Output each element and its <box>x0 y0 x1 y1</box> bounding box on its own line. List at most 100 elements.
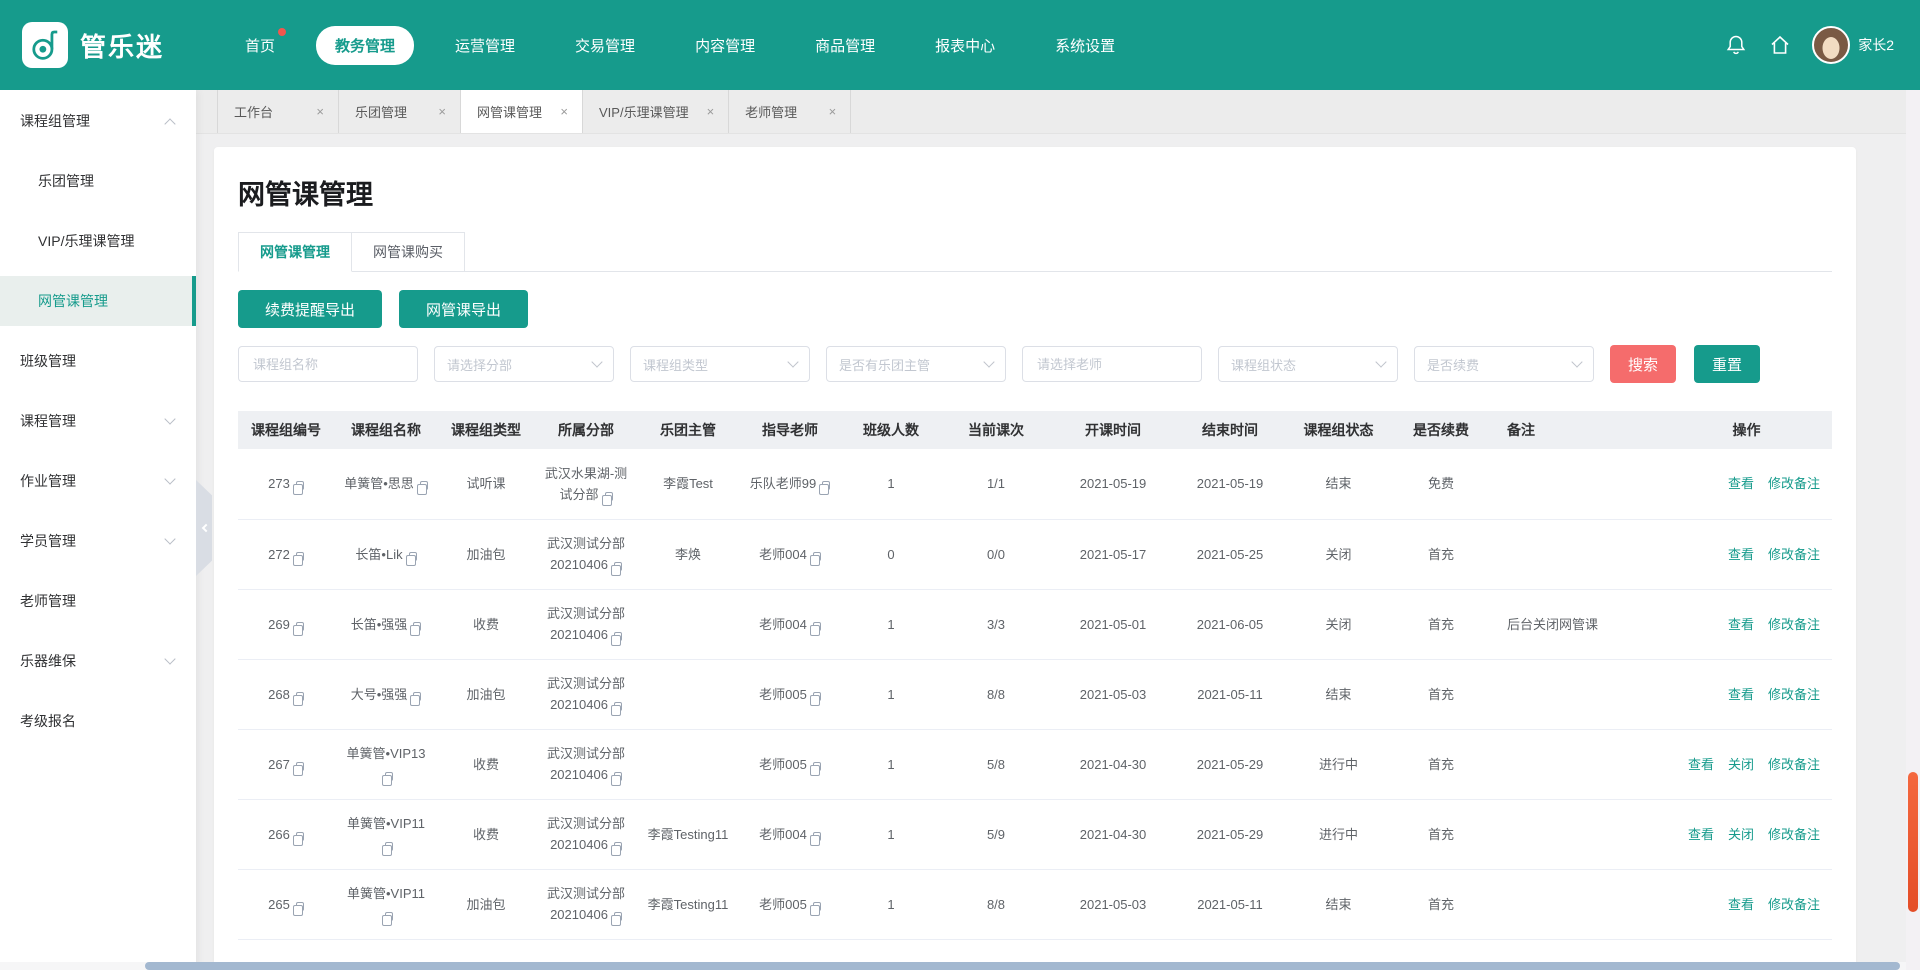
copy-icon[interactable] <box>813 762 821 771</box>
nav-item-content[interactable]: 内容管理 <box>676 26 774 65</box>
tab-online-course-mgmt[interactable]: 网管课管理 × <box>461 90 583 133</box>
sidebar-item-course-mgmt[interactable]: 课程管理 <box>0 396 196 446</box>
cell-lesson: 3/3 <box>940 589 1052 659</box>
copy-icon[interactable] <box>614 912 622 921</box>
bell-icon[interactable] <box>1724 33 1748 57</box>
edit-remark-link[interactable]: 修改备注 <box>1768 687 1820 702</box>
copy-icon[interactable] <box>614 842 622 851</box>
nav-item-reports[interactable]: 报表中心 <box>916 26 1014 65</box>
close-icon[interactable]: × <box>829 104 837 119</box>
close-course-link[interactable]: 关闭 <box>1728 827 1754 842</box>
copy-icon[interactable] <box>296 552 304 561</box>
copy-icon[interactable] <box>409 552 417 561</box>
copy-icon[interactable] <box>296 902 304 911</box>
copy-icon[interactable] <box>296 622 304 631</box>
tab-vip-theory-mgmt[interactable]: VIP/乐理课管理 × <box>583 90 729 133</box>
copy-icon[interactable] <box>296 832 304 841</box>
copy-icon[interactable] <box>813 902 821 911</box>
nav-item-settings[interactable]: 系统设置 <box>1036 26 1134 65</box>
copy-icon[interactable] <box>614 562 622 571</box>
sidebar-collapse-handle[interactable] <box>196 480 212 576</box>
branch-select[interactable]: 请选择分部 <box>434 346 614 382</box>
copy-icon[interactable] <box>614 632 622 641</box>
sidebar-item-student-mgmt[interactable]: 学员管理 <box>0 516 196 566</box>
export-online-course-button[interactable]: 网管课导出 <box>399 290 528 328</box>
view-link[interactable]: 查看 <box>1688 827 1714 842</box>
copy-icon[interactable] <box>385 912 393 921</box>
close-icon[interactable]: × <box>316 104 324 119</box>
sidebar-item-teacher-mgmt[interactable]: 老师管理 <box>0 576 196 626</box>
vertical-scrollbar-thumb[interactable] <box>1908 772 1918 912</box>
copy-icon[interactable] <box>420 481 428 490</box>
close-icon[interactable]: × <box>438 104 446 119</box>
close-course-link[interactable]: 关闭 <box>1728 757 1754 772</box>
copy-icon[interactable] <box>413 622 421 631</box>
sidebar-item-class-mgmt[interactable]: 班级管理 <box>0 336 196 386</box>
copy-icon[interactable] <box>413 692 421 701</box>
sidebar-item-orchestra-mgmt[interactable]: 乐团管理 <box>0 156 196 206</box>
sidebar-item-vip-theory-mgmt[interactable]: VIP/乐理课管理 <box>0 216 196 266</box>
copy-icon[interactable] <box>813 832 821 841</box>
nav-item-home[interactable]: 首页 <box>226 26 294 65</box>
subtab-course-mgmt[interactable]: 网管课管理 <box>238 232 352 272</box>
copy-icon[interactable] <box>813 622 821 631</box>
reset-button[interactable]: 重置 <box>1694 345 1760 383</box>
cell-supervisor: 李霞Test <box>638 449 738 519</box>
tab-workbench[interactable]: 工作台 × <box>217 90 339 133</box>
edit-remark-link[interactable]: 修改备注 <box>1768 476 1820 491</box>
copy-icon[interactable] <box>296 481 304 490</box>
avatar[interactable] <box>1812 26 1850 64</box>
course-group-type-select[interactable]: 课程组类型 <box>630 346 810 382</box>
teacher-field[interactable] <box>1022 346 1202 382</box>
horizontal-scrollbar-thumb[interactable] <box>145 962 1900 970</box>
view-link[interactable]: 查看 <box>1688 757 1714 772</box>
edit-remark-link[interactable]: 修改备注 <box>1768 757 1820 772</box>
sidebar-item-instrument-maintenance[interactable]: 乐器维保 <box>0 636 196 686</box>
edit-remark-link[interactable]: 修改备注 <box>1768 827 1820 842</box>
view-link[interactable]: 查看 <box>1728 687 1754 702</box>
has-supervisor-select[interactable]: 是否有乐团主管 <box>826 346 1006 382</box>
sidebar-item-label: 学员管理 <box>20 531 76 551</box>
copy-icon[interactable] <box>296 692 304 701</box>
renew-select[interactable]: 是否续费 <box>1414 346 1594 382</box>
nav-item-academic[interactable]: 教务管理 <box>316 26 414 65</box>
copy-icon[interactable] <box>605 492 613 501</box>
sidebar-item-exam-registration[interactable]: 考级报名 <box>0 696 196 746</box>
course-group-name-input[interactable] <box>251 356 405 373</box>
home-icon[interactable] <box>1768 33 1792 57</box>
tab-orchestra-mgmt[interactable]: 乐团管理 × <box>339 90 461 133</box>
search-button[interactable]: 搜索 <box>1610 345 1676 383</box>
edit-remark-link[interactable]: 修改备注 <box>1768 547 1820 562</box>
sidebar-item-homework-mgmt[interactable]: 作业管理 <box>0 456 196 506</box>
copy-icon[interactable] <box>296 762 304 771</box>
edit-remark-link[interactable]: 修改备注 <box>1768 897 1820 912</box>
sidebar-item-label: 老师管理 <box>20 591 76 611</box>
course-group-status-select[interactable]: 课程组状态 <box>1218 346 1398 382</box>
nav-item-products[interactable]: 商品管理 <box>796 26 894 65</box>
tab-teacher-mgmt[interactable]: 老师管理 × <box>729 90 851 133</box>
cell-status: 关闭 <box>1286 519 1391 589</box>
copy-icon[interactable] <box>385 772 393 781</box>
copy-icon[interactable] <box>614 772 622 781</box>
close-icon[interactable]: × <box>707 104 715 119</box>
subtab-course-purchase[interactable]: 网管课购买 <box>352 232 465 272</box>
view-link[interactable]: 查看 <box>1728 547 1754 562</box>
copy-icon[interactable] <box>813 552 821 561</box>
close-icon[interactable]: × <box>560 104 568 119</box>
copy-icon[interactable] <box>813 692 821 701</box>
course-group-name-field[interactable] <box>238 346 418 382</box>
nav-item-transactions[interactable]: 交易管理 <box>556 26 654 65</box>
export-renew-reminder-button[interactable]: 续费提醒导出 <box>238 290 382 328</box>
view-link[interactable]: 查看 <box>1728 617 1754 632</box>
sidebar-item-course-group-mgmt[interactable]: 课程组管理 <box>0 96 196 146</box>
view-link[interactable]: 查看 <box>1728 476 1754 491</box>
teacher-input[interactable] <box>1035 356 1189 373</box>
sidebar-item-online-course-mgmt[interactable]: 网管课管理 <box>0 276 196 326</box>
view-link[interactable]: 查看 <box>1728 897 1754 912</box>
nav-item-operations[interactable]: 运营管理 <box>436 26 534 65</box>
copy-icon[interactable] <box>822 481 830 490</box>
copy-icon[interactable] <box>614 702 622 711</box>
copy-icon[interactable] <box>385 842 393 851</box>
select-placeholder: 请选择分部 <box>447 355 593 374</box>
edit-remark-link[interactable]: 修改备注 <box>1768 617 1820 632</box>
